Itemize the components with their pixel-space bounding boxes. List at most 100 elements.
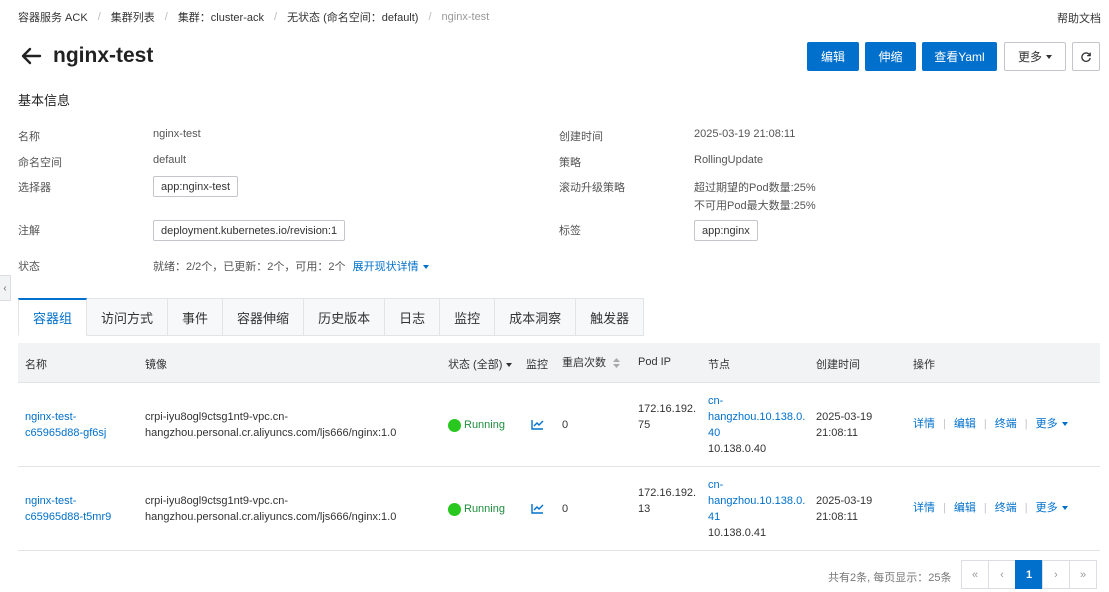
view-yaml-button[interactable]: 查看Yaml <box>922 42 997 71</box>
refresh-button[interactable] <box>1072 42 1100 71</box>
column-header-pod-ip: Pod IP <box>638 356 672 368</box>
more-actions-link[interactable]: 更多 <box>1036 502 1068 514</box>
pod-created-date: 2025-03-19 <box>816 411 873 423</box>
pod-name-link[interactable]: nginx-test- c65965d88-t5mr9 <box>25 493 111 525</box>
column-header-status[interactable]: 状态 (全部) <box>448 356 513 372</box>
help-docs-link[interactable]: 帮助文档 <box>1057 10 1101 26</box>
pod-image-line-2: hangzhou.personal.cr.aliyuncs.com/ljs666… <box>145 427 397 439</box>
pod-ip-line-1: 172.16.192. <box>638 403 697 415</box>
first-page-button[interactable]: « <box>961 560 989 589</box>
breadcrumb-item-cluster-list[interactable]: 集群列表 <box>111 9 155 25</box>
scale-button[interactable]: 伸缩 <box>865 42 916 71</box>
detail-tabs: 容器组 访问方式 事件 容器伸缩 历史版本 日志 监控 成本洞察 触发器 <box>18 298 645 336</box>
sidebar-toggle[interactable]: ‹ <box>0 275 11 301</box>
tab-history[interactable]: 历史版本 <box>304 298 386 336</box>
back-arrow-icon[interactable] <box>20 45 42 67</box>
edit-link[interactable]: 编辑 <box>954 418 976 430</box>
pod-created-clock: 21:08:11 <box>816 427 859 439</box>
divider: | <box>943 502 946 514</box>
divider: | <box>1024 502 1028 514</box>
tab-logs[interactable]: 日志 <box>385 298 441 336</box>
pod-status: Running <box>448 417 505 433</box>
tab-autoscaling[interactable]: 容器伸缩 <box>223 298 305 336</box>
divider: | <box>983 418 987 430</box>
breadcrumb-item-stateless[interactable]: 无状态 (命名空间：default) <box>287 9 418 25</box>
pod-status-text: Running <box>464 419 505 431</box>
expand-status-link[interactable]: 展开现状详情 <box>353 261 429 273</box>
chevron-down-icon <box>1046 54 1052 59</box>
strategy-value: RollingUpdate <box>694 154 764 166</box>
pod-restart-count: 0 <box>562 503 569 515</box>
tab-triggers[interactable]: 触发器 <box>576 298 645 336</box>
edit-link[interactable]: 编辑 <box>954 502 976 514</box>
prev-page-button[interactable]: ‹ <box>988 560 1016 589</box>
expand-status-label: 展开现状详情 <box>352 261 419 273</box>
column-header-actions: 操作 <box>913 359 935 371</box>
running-status-icon <box>448 502 461 516</box>
node-link[interactable]: cn- hangzhou.10.138.0. 40 <box>708 393 805 441</box>
last-page-button[interactable]: » <box>1069 560 1097 589</box>
status-summary: 就绪：2/2个，已更新：2个，可用：2个 展开现状详情 <box>153 258 429 274</box>
more-button[interactable]: 更多 <box>1004 42 1066 71</box>
node-link[interactable]: cn- hangzhou.10.138.0. 41 <box>708 477 805 525</box>
pod-ip-line-1: 172.16.192. <box>638 487 697 499</box>
name-value: nginx-test <box>153 128 201 140</box>
label-tag: app:nginx <box>694 220 758 241</box>
annotation-label: 注解 <box>18 225 40 237</box>
breadcrumb-separator: / <box>97 11 101 23</box>
column-header-created: 创建时间 <box>816 359 860 371</box>
pagination-summary: 共有2条, 每页显示：25条 <box>828 572 952 584</box>
pod-name-line-2: c65965d88-gf6sj <box>25 427 107 439</box>
filter-dropdown-icon <box>506 363 513 368</box>
table-row: nginx-test- c65965d88-t5mr9 crpi-iyu8ogl… <box>18 467 1100 551</box>
column-header-image: 镜像 <box>145 359 167 371</box>
pod-status-text: Running <box>464 503 505 515</box>
table-row: nginx-test- c65965d88-gf6sj crpi-iyu8ogl… <box>18 383 1100 467</box>
pod-created-clock: 21:08:11 <box>816 511 859 523</box>
node-name-line-1: cn- <box>708 395 724 407</box>
edit-button[interactable]: 编辑 <box>807 42 859 71</box>
details-link[interactable]: 详情 <box>913 502 935 514</box>
pod-ip-line-2: 75 <box>638 419 651 431</box>
monitor-chart-icon[interactable] <box>531 503 544 514</box>
selector-label: 选择器 <box>18 182 51 194</box>
tab-monitoring[interactable]: 监控 <box>440 298 496 336</box>
page-1-button[interactable]: 1 <box>1015 560 1043 589</box>
more-actions-link[interactable]: 更多 <box>1036 418 1068 430</box>
namespace-value: default <box>153 154 187 166</box>
pod-image-line-1: crpi-iyu8ogl9ctsg1nt9-vpc.cn- <box>145 495 289 507</box>
tab-access-method[interactable]: 访问方式 <box>87 298 169 336</box>
terminal-link[interactable]: 终端 <box>995 418 1017 430</box>
node-ip: 10.138.0.41 <box>708 527 767 539</box>
pod-table-header: 名称 镜像 状态 (全部) 监控 重启次数 Pod IP 节点 创建时间 操作 <box>18 343 1100 383</box>
refresh-icon <box>1081 51 1091 62</box>
pod-image-line-2: hangzhou.personal.cr.aliyuncs.com/ljs666… <box>145 511 397 523</box>
tab-pods[interactable]: 容器组 <box>18 298 88 336</box>
node-name-line-2: hangzhou.10.138.0. <box>708 411 806 423</box>
terminal-link[interactable]: 终端 <box>995 502 1017 514</box>
chevron-left-icon: ‹ <box>3 282 7 294</box>
breadcrumb-item-ack[interactable]: 容器服务 ACK <box>18 9 88 25</box>
next-page-button[interactable]: › <box>1042 560 1070 589</box>
pod-ip: 172.16.192. 75 <box>638 401 696 433</box>
node-name-line-3: 41 <box>708 511 721 523</box>
pod-node: cn- hangzhou.10.138.0. 41 10.138.0.41 <box>708 477 805 541</box>
divider: | <box>1024 418 1028 430</box>
pod-restart-count: 0 <box>562 419 569 431</box>
breadcrumb: 容器服务 ACK / 集群列表 / 集群：cluster-ack / 无状态 (… <box>18 10 489 24</box>
column-header-node: 节点 <box>708 359 730 371</box>
more-actions-label: 更多 <box>1035 502 1058 514</box>
pod-name-link[interactable]: nginx-test- c65965d88-gf6sj <box>25 409 106 441</box>
tab-events[interactable]: 事件 <box>168 298 224 336</box>
tab-cost-insights[interactable]: 成本洞察 <box>495 298 577 336</box>
pagination: « ‹ 1 › » <box>961 560 1097 589</box>
pod-image: crpi-iyu8ogl9ctsg1nt9-vpc.cn- hangzhou.p… <box>145 493 396 525</box>
details-link[interactable]: 详情 <box>913 418 935 430</box>
column-header-restarts[interactable]: 重启次数 <box>562 354 621 370</box>
monitor-chart-icon[interactable] <box>531 419 544 430</box>
page-title: nginx-test <box>53 44 154 67</box>
breadcrumb-item-cluster[interactable]: 集群：cluster-ack <box>178 9 264 25</box>
status-label: 状态 <box>18 261 40 273</box>
breadcrumb-separator: / <box>428 11 432 23</box>
section-title-basic-info: 基本信息 <box>18 93 71 108</box>
